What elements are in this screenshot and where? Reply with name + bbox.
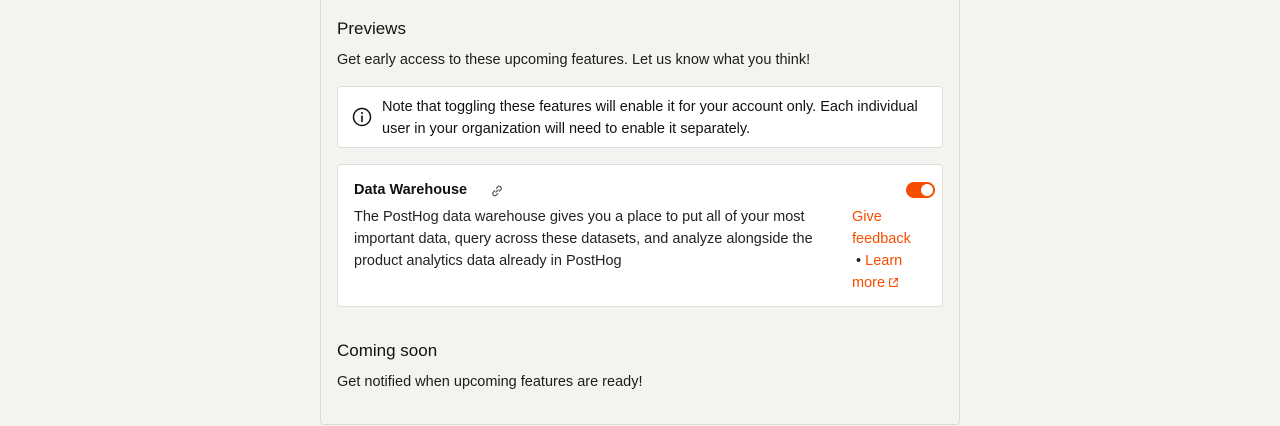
feature-enable-toggle[interactable] bbox=[906, 182, 935, 198]
notice-text: Note that toggling these features will e… bbox=[382, 99, 918, 137]
toggle-knob bbox=[921, 184, 933, 196]
feature-description: The PostHog data warehouse gives you a p… bbox=[354, 209, 813, 269]
feature-card-data-warehouse: Data Warehouse The PostHog data warehous… bbox=[337, 164, 943, 307]
external-link-icon bbox=[889, 278, 899, 287]
link-icon[interactable] bbox=[490, 184, 504, 198]
give-feedback-link[interactable]: Give feedback bbox=[852, 209, 911, 247]
coming-soon-heading: Coming soon bbox=[337, 341, 438, 360]
previews-heading: Previews bbox=[337, 19, 406, 38]
feature-links: Give feedback • Learn more bbox=[852, 206, 932, 294]
feature-previews-panel: Previews Get early access to these upcom… bbox=[320, 0, 960, 425]
info-icon bbox=[352, 107, 372, 127]
feature-title: Data Warehouse bbox=[354, 182, 468, 198]
info-notice: Note that toggling these features will e… bbox=[337, 86, 943, 148]
previews-subtitle: Get early access to these upcoming featu… bbox=[337, 52, 811, 68]
coming-soon-subtitle: Get notified when upcoming features are … bbox=[337, 374, 643, 390]
link-separator: • bbox=[856, 253, 862, 269]
